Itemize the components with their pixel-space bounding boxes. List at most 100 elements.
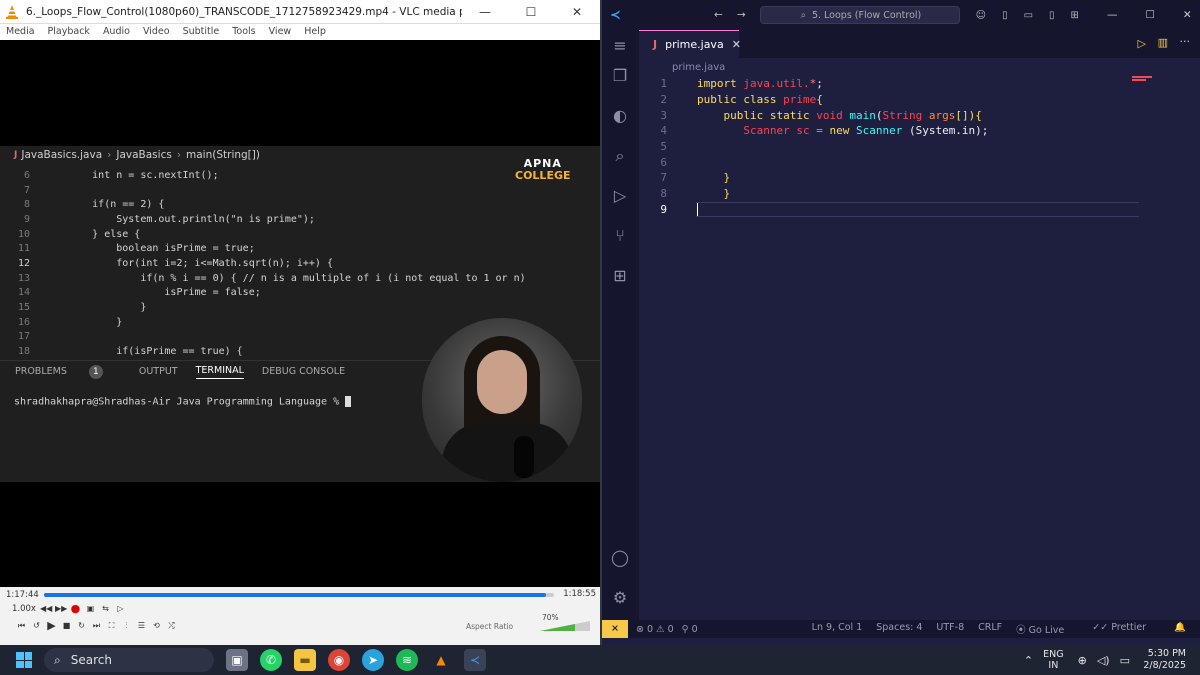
- volume-icon[interactable]: ◁): [1097, 654, 1110, 667]
- menu-audio[interactable]: Audio: [103, 24, 130, 40]
- search-icon[interactable]: ⌕: [610, 146, 630, 166]
- tab-prime-java[interactable]: J prime.java ✕: [639, 30, 741, 58]
- prev-chapter-icon[interactable]: ⏮: [16, 620, 27, 631]
- toggle-sidebar-icon[interactable]: ▯: [1002, 10, 1008, 21]
- edge-icon[interactable]: ◐: [610, 106, 630, 126]
- extended-settings-icon[interactable]: ⫶: [121, 620, 132, 631]
- run-icon[interactable]: ▷: [1138, 37, 1146, 50]
- code-token: =: [816, 124, 830, 138]
- more-actions-icon[interactable]: ···: [1180, 35, 1191, 48]
- split-editor-icon[interactable]: ▥: [1158, 36, 1168, 49]
- next-chapter-icon[interactable]: ⏭: [91, 620, 102, 631]
- language-indicator[interactable]: ENG IN: [1043, 649, 1063, 671]
- loop-ab-icon[interactable]: ⇆: [100, 603, 111, 614]
- record-icon[interactable]: ●: [70, 603, 81, 614]
- video-frame[interactable]: J JavaBasics.java › JavaBasics › main(St…: [0, 146, 600, 482]
- whatsapp-icon[interactable]: ✆: [260, 649, 282, 671]
- toggle-panel-icon[interactable]: ▭: [1024, 10, 1033, 21]
- vscode-taskbar-icon[interactable]: ≺: [464, 649, 486, 671]
- line-ending[interactable]: CRLF: [978, 622, 1002, 636]
- editor-tabs: J prime.java ✕: [639, 30, 1200, 58]
- back-arrow-icon[interactable]: ←: [714, 9, 723, 21]
- code-token: import: [697, 77, 744, 91]
- errors-count[interactable]: ⊗ 0 ⚠ 0: [636, 624, 674, 635]
- source-control-icon[interactable]: ⑂: [610, 226, 630, 246]
- spotify-icon[interactable]: ≋: [396, 649, 418, 671]
- layout-icon[interactable]: ⊞: [1071, 10, 1079, 21]
- toggle-secondary-sidebar-icon[interactable]: ▯: [1049, 10, 1055, 21]
- slower-icon[interactable]: ◀◀: [40, 603, 52, 614]
- menu-subtitle[interactable]: Subtitle: [183, 24, 220, 40]
- close-icon[interactable]: ✕: [732, 38, 741, 51]
- remote-icon[interactable]: ⨯: [602, 620, 628, 638]
- explorer-icon[interactable]: ❐: [610, 66, 630, 86]
- snapshot-icon[interactable]: ▣: [85, 603, 96, 614]
- line-number: 5: [660, 140, 667, 154]
- vscode-close-button[interactable]: ✕: [1183, 9, 1192, 21]
- prettier[interactable]: ✓✓ Prettier: [1092, 622, 1160, 636]
- vlc-taskbar-icon[interactable]: ▲: [430, 649, 452, 671]
- ports-value: 0: [691, 623, 698, 635]
- faster-icon[interactable]: ▶▶: [55, 603, 67, 614]
- code-editor[interactable]: 1 import java.util. *; 2 public class prime{…: [639, 76, 1200, 217]
- vscode-maximize-button[interactable]: ☐: [1145, 9, 1154, 21]
- gear-icon[interactable]: ⚙: [610, 588, 630, 608]
- menu-help[interactable]: Help: [304, 24, 326, 40]
- menu-view[interactable]: View: [269, 24, 292, 40]
- command-center-search[interactable]: ⌕ 5. Loops (Flow Control): [759, 6, 960, 24]
- playback-rate[interactable]: 1.00x: [12, 604, 36, 614]
- encoding[interactable]: UTF-8: [936, 622, 964, 636]
- jump-forward-icon[interactable]: ↻: [76, 620, 87, 631]
- vlc-close-button[interactable]: ✕: [554, 5, 600, 19]
- menu-tools[interactable]: Tools: [232, 24, 255, 40]
- clock[interactable]: 5:30 PM 2/8/2025: [1140, 648, 1186, 672]
- editor-breadcrumb[interactable]: prime.java: [672, 62, 725, 73]
- account-icon[interactable]: ◯: [610, 548, 630, 568]
- task-view-icon[interactable]: ▣: [226, 649, 248, 671]
- fullscreen-icon[interactable]: ⛶: [106, 620, 117, 631]
- playlist-icon[interactable]: ☰: [136, 620, 147, 631]
- taskbar-search[interactable]: ⌕ Search: [44, 648, 214, 672]
- loop-icon[interactable]: ⟲: [151, 620, 162, 631]
- battery-icon[interactable]: ▭: [1120, 654, 1130, 667]
- notifications-icon[interactable]: 🔔: [1174, 622, 1186, 636]
- volume-slider[interactable]: 70%: [540, 613, 590, 631]
- aspect-ratio[interactable]: Aspect Ratio: [466, 622, 513, 631]
- video-code-line: 14 isPrime = false;: [0, 286, 590, 301]
- ports-count[interactable]: ⚲ 0: [682, 624, 698, 635]
- file-explorer-icon[interactable]: ▬: [294, 649, 316, 671]
- menu-icon[interactable]: ≡: [610, 36, 630, 56]
- stop-icon[interactable]: ■: [61, 620, 72, 631]
- vlc-maximize-button[interactable]: ☐: [508, 5, 554, 19]
- copilot-icon[interactable]: ☺: [976, 10, 986, 21]
- chrome-icon[interactable]: ◉: [328, 649, 350, 671]
- extensions-icon[interactable]: ⊞: [610, 266, 630, 286]
- line-number: 11: [17, 243, 30, 255]
- menu-playback[interactable]: Playback: [48, 24, 90, 40]
- jump-back-icon[interactable]: ↺: [31, 620, 42, 631]
- forward-arrow-icon[interactable]: →: [737, 9, 746, 21]
- code-token: main: [849, 108, 876, 122]
- vscode-minimize-button[interactable]: —: [1107, 9, 1118, 21]
- frame-step-icon[interactable]: ▷: [115, 603, 126, 614]
- seek-bar[interactable]: [44, 593, 554, 597]
- status-right: Ln 9, Col 1 Spaces: 4 UTF-8 CRLF ⦿ Go Li…: [812, 622, 1200, 636]
- windows-start-icon[interactable]: [16, 652, 32, 668]
- vlc-minimize-button[interactable]: —: [462, 5, 508, 19]
- code-text: isPrime = false;: [44, 287, 261, 299]
- volume-label: 70%: [542, 613, 559, 622]
- chevron-up-icon[interactable]: ⌃: [1024, 654, 1033, 667]
- line-number: 16: [17, 316, 30, 328]
- run-debug-icon[interactable]: ▷: [610, 186, 630, 206]
- menu-video[interactable]: Video: [143, 24, 170, 40]
- shuffle-icon[interactable]: ⤮: [166, 620, 177, 631]
- indentation[interactable]: Spaces: 4: [876, 622, 922, 636]
- line-number: 13: [17, 272, 30, 284]
- network-icon[interactable]: ⊕: [1078, 654, 1087, 667]
- cursor-position[interactable]: Ln 9, Col 1: [812, 622, 863, 636]
- play-icon[interactable]: ▶: [46, 620, 57, 631]
- go-live[interactable]: ⦿ Go Live: [1016, 622, 1078, 636]
- telegram-icon[interactable]: ➤: [362, 649, 384, 671]
- code-token: void: [816, 108, 850, 122]
- menu-media[interactable]: Media: [6, 24, 35, 40]
